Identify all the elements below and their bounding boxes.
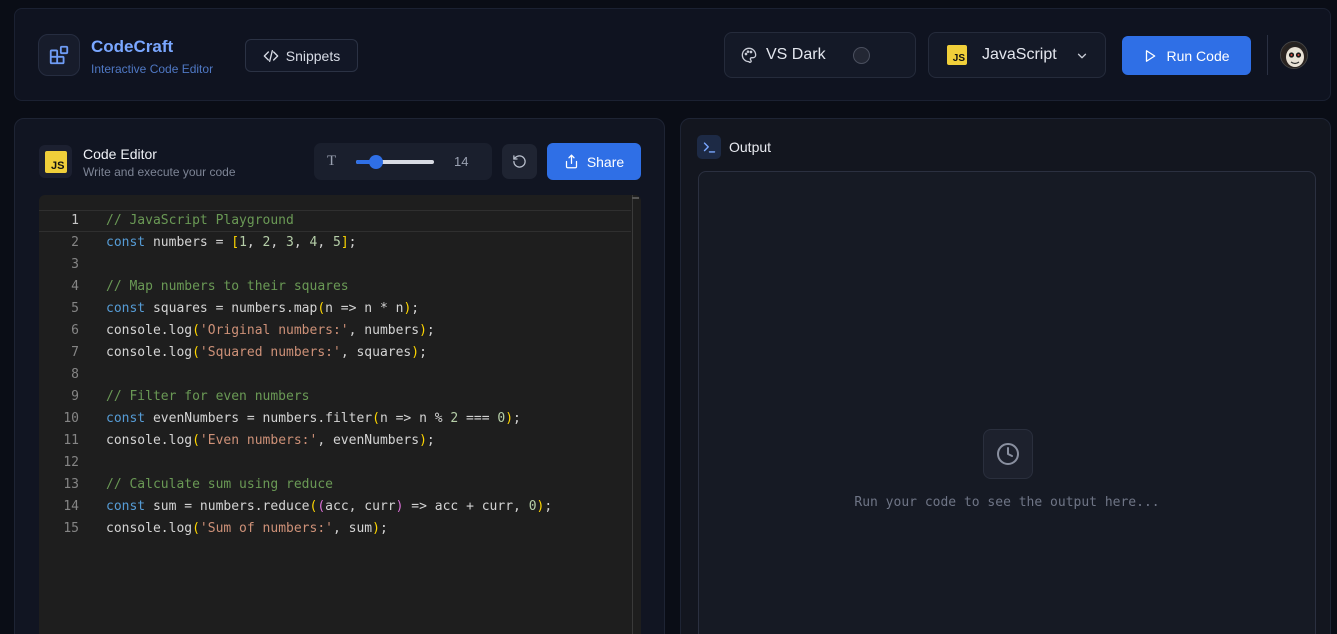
code-text: // JavaScript Playground [106,213,294,228]
editor-title: Code Editor [83,146,157,162]
code-line[interactable]: 7 console.log('Squared numbers:', squares… [39,342,631,364]
code-line[interactable]: 8 [39,364,631,386]
code-editor[interactable]: 1 // JavaScript Playground 2 const numbers … [39,195,641,634]
run-code-button[interactable]: Run Code [1122,36,1251,75]
code-line[interactable]: 1 // JavaScript Playground [39,210,631,232]
code-text: const squares = numbers.map(n => n * n); [106,301,420,316]
run-code-label: Run Code [1166,47,1230,64]
app-header: CodeCraft Interactive Code Editor Snippe… [14,8,1331,101]
code-line[interactable]: 9 // Filter for even numbers [39,386,631,408]
theme-label: VS Dark [766,46,826,63]
code-line[interactable]: 12 [39,452,631,474]
language-select[interactable]: JS JavaScript [928,32,1106,78]
line-number: 12 [63,455,79,470]
code-text: console.log('Sum of numbers:', sum); [106,521,388,536]
line-number: 9 [71,389,79,404]
theme-select[interactable]: VS Dark [724,32,916,78]
clock-icon [983,429,1033,479]
line-number: 14 [63,499,79,514]
javascript-icon: JS [947,45,967,65]
output-placeholder: Run your code to see the output here... [854,495,1160,510]
header-divider [1267,35,1268,75]
snippets-label: Snippets [285,47,341,64]
code-text: console.log('Squared numbers:', squares)… [106,345,427,360]
font-size-value: 14 [454,154,469,169]
font-size-control: T 14 [314,143,492,180]
code-scrollbar[interactable] [632,195,633,634]
share-icon [565,154,577,169]
line-number: 1 [71,213,79,228]
code-line[interactable]: 11 console.log('Even numbers:', evenNumbe… [39,430,631,452]
output-area: Run your code to see the output here... [698,171,1316,634]
line-number: 13 [63,477,79,492]
slider-thumb[interactable] [368,155,383,169]
code-icon [263,49,279,62]
avatar[interactable] [1280,41,1308,69]
code-line[interactable]: 14 const sum = numbers.reduce((acc, curr)… [39,496,631,518]
chevron-down-icon [1077,53,1087,59]
line-number: 15 [63,521,79,536]
line-number: 2 [71,235,79,250]
line-number: 7 [71,345,79,360]
code-text: // Filter for even numbers [106,389,310,404]
blocks-icon [38,34,80,76]
brand-subtitle: Interactive Code Editor [91,62,214,76]
play-icon [1146,49,1156,62]
line-number: 3 [71,257,79,272]
code-text: const numbers = [1, 2, 3, 4, 5]; [106,235,357,250]
code-line[interactable]: 2 const numbers = [1, 2, 3, 4, 5]; [39,232,631,254]
code-text: const sum = numbers.reduce((acc, curr) =… [106,499,553,514]
code-line[interactable]: 4 // Map numbers to their squares [39,276,631,298]
code-text: const evenNumbers = numbers.filter(n => … [106,411,521,426]
share-button[interactable]: Share [547,143,641,180]
code-line[interactable]: 10 const evenNumbers = numbers.filter(n =… [39,408,631,430]
editor-language-icon: JS [39,145,72,178]
snippets-button[interactable]: Snippets [245,39,358,72]
code-text: // Calculate sum using reduce [106,477,333,492]
line-number: 6 [71,323,79,338]
brand-title: CodeCraft [91,37,174,56]
line-number: 8 [71,367,79,382]
output-title: Output [729,139,772,155]
theme-toggle[interactable] [853,47,870,64]
code-text: // Map numbers to their squares [106,279,349,294]
terminal-icon [697,135,721,159]
language-label: JavaScript [982,46,1057,63]
line-number: 4 [71,279,79,294]
output-panel: Output Run your code to see the output h… [680,118,1331,634]
code-line[interactable]: 3 [39,254,631,276]
line-number: 10 [63,411,79,426]
line-number: 5 [71,301,79,316]
code-line[interactable]: 15 console.log('Sum of numbers:', sum); [39,518,631,540]
editor-subtitle: Write and execute your code [83,165,236,179]
scrollbar-thumb[interactable] [632,197,639,199]
rotate-ccw-icon [513,155,526,168]
font-size-icon: T [327,153,337,169]
javascript-icon: JS [44,150,67,173]
editor-panel: JS Code Editor Write and execute your co… [14,118,665,634]
code-line[interactable]: 5 const squares = numbers.map(n => n * n)… [39,298,631,320]
reset-button[interactable] [502,144,537,179]
code-text: console.log('Even numbers:', evenNumbers… [106,433,435,448]
code-text: console.log('Original numbers:', numbers… [106,323,435,338]
share-label: Share [586,153,625,170]
code-line[interactable]: 13 // Calculate sum using reduce [39,474,631,496]
line-number: 11 [63,433,79,448]
code-line[interactable]: 6 console.log('Original numbers:', number… [39,320,631,342]
font-size-slider[interactable] [356,155,434,169]
palette-icon [741,47,757,63]
